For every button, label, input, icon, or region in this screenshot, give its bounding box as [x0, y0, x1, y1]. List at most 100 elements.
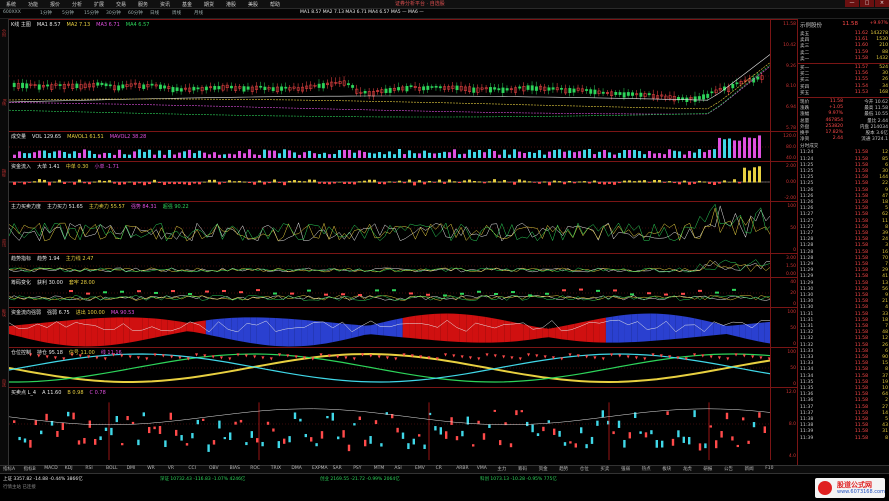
menu-item[interactable]: 基金 [182, 1, 192, 8]
candle [234, 421, 237, 425]
band-segment [301, 319, 308, 347]
candle [655, 439, 658, 448]
period-tab[interactable]: 日线 [150, 10, 159, 16]
candle [229, 432, 232, 441]
menu-item[interactable]: 美股 [248, 1, 258, 8]
band-segment [218, 318, 225, 339]
indicator-tab[interactable]: 热点 [642, 466, 651, 472]
candle [175, 87, 179, 91]
menu-item[interactable]: 期货 [204, 1, 214, 8]
menu-item[interactable]: 报价 [50, 1, 60, 8]
value-axis: 100 50 0 [770, 348, 797, 388]
trade-price: 11.58 [854, 175, 868, 181]
indicator-tab[interactable]: 指标B [24, 466, 36, 472]
legend-value: 大单 1.41 [37, 164, 60, 170]
left-tab[interactable]: 自选 [1, 379, 7, 387]
left-tab[interactable]: K线 [1, 99, 7, 106]
menu-item[interactable]: 分析 [72, 1, 82, 8]
indicator-tab[interactable]: 公告 [724, 466, 733, 472]
indicator-tab[interactable]: BOLL [106, 466, 118, 471]
indicator-tab[interactable]: 新闻 [745, 466, 754, 472]
indicator-tab[interactable]: DMA [291, 466, 301, 471]
left-tab[interactable]: 分时 [1, 29, 7, 37]
flow-bar [538, 182, 541, 184]
indicator-tab[interactable]: RSI [85, 466, 92, 471]
indicator-tab[interactable]: MACD [44, 466, 58, 471]
left-tab[interactable]: 指标 [1, 169, 7, 177]
indicator-tab[interactable]: 趋势 [559, 466, 568, 472]
period-tab[interactable]: 月线 [194, 10, 203, 16]
menu-item[interactable]: 扩展 [94, 1, 104, 8]
indicator-tab[interactable]: CR [436, 466, 442, 471]
menu-item[interactable]: 帮助 [270, 1, 280, 8]
band-segment [97, 317, 105, 347]
menu-item[interactable]: 系统 [6, 1, 16, 8]
candle [574, 443, 577, 448]
close-button[interactable]: × [875, 0, 889, 7]
period-tab[interactable]: 1分钟 [40, 10, 52, 16]
indicator-tab[interactable]: EMV [415, 466, 425, 471]
legend-value: 主力线 2.47 [65, 256, 94, 262]
left-tab[interactable]: 资讯 [1, 239, 7, 247]
indicator-tab[interactable]: EXPMA [312, 466, 328, 471]
candle [710, 91, 714, 94]
minimize-button[interactable]: — [845, 0, 859, 7]
indicator-tab[interactable]: 板块 [662, 466, 671, 472]
volume-bar [733, 140, 736, 158]
indicator-tab[interactable]: KDJ [65, 466, 73, 471]
menu-item[interactable]: 港股 [226, 1, 236, 8]
candle [536, 433, 540, 437]
indicator-tab[interactable]: TRIX [271, 466, 281, 471]
indicator-tab[interactable]: 研报 [703, 466, 712, 472]
indicator-tab[interactable]: 资金 [539, 466, 548, 472]
flow-bar [428, 180, 431, 183]
indicator-tab[interactable]: 指标A [3, 466, 15, 472]
indicator-tab[interactable]: DMI [127, 466, 136, 471]
indicator-tab[interactable]: OBV [209, 466, 219, 471]
indicator-tab[interactable]: VR [168, 466, 174, 471]
menu-item[interactable]: 交易 [116, 1, 126, 8]
trade-volume: 8 [885, 367, 888, 373]
menu-item[interactable]: 功能 [28, 1, 38, 8]
indicator-tab[interactable]: VMA [477, 466, 487, 471]
panel-volume: 成交量 VOL 129.65 MAVOL1 61.51 MAVOL2 38.28 120… [9, 131, 797, 162]
indicator-tab[interactable]: ARBR [456, 466, 468, 471]
indicator-tab[interactable]: 筹码 [518, 466, 527, 472]
flow-bar [643, 180, 646, 183]
period-tab[interactable]: 5分钟 [62, 10, 74, 16]
flow-bar [338, 181, 341, 183]
indicator-tab[interactable]: 龙虎 [683, 466, 692, 472]
indicator-tab[interactable]: CCI [188, 466, 196, 471]
left-tab[interactable]: 板块 [1, 309, 7, 317]
indicator-tab[interactable]: ASI [394, 466, 401, 471]
volume-bar [163, 154, 166, 158]
band-segment [421, 314, 429, 340]
indicator-tab[interactable]: BIAS [230, 466, 240, 471]
indicator-tab[interactable]: ROC [250, 466, 260, 471]
flow-bar [393, 182, 396, 183]
indicator-tab[interactable]: PSY [353, 466, 361, 471]
indicator-tab[interactable]: 强弱 [621, 466, 630, 472]
menu-item[interactable]: 服务 [138, 1, 148, 8]
indicator-tab[interactable]: MTM [374, 466, 385, 471]
indicator-tab[interactable]: 仓位 [580, 466, 589, 472]
stock-code[interactable]: 600XXX [3, 10, 21, 15]
indicator-tab[interactable]: F10 [765, 466, 773, 471]
volume-bar [543, 154, 546, 158]
indicator-tab[interactable]: 主力 [497, 466, 506, 472]
indicator-tab[interactable]: SAR [333, 466, 342, 471]
trade-volume: 29 [882, 268, 888, 274]
period-tab[interactable]: 周线 [172, 10, 181, 16]
row-label: 买五 [800, 90, 810, 96]
axis-tick: 100 [787, 350, 796, 355]
period-tab[interactable]: 15分钟 [84, 10, 99, 16]
period-tab[interactable]: 30分钟 [106, 10, 121, 16]
signal-mark: ▼ [469, 355, 473, 360]
period-tab[interactable]: 60分钟 [128, 10, 143, 16]
indicator-tab[interactable]: 买卖 [600, 466, 609, 472]
indicator-tab[interactable]: WR [147, 466, 155, 471]
row-label: 买三 [800, 78, 810, 84]
menu-item[interactable]: 资讯 [160, 1, 170, 8]
maximize-button[interactable]: □ [860, 0, 874, 7]
row-value: 11.61 [854, 37, 868, 43]
